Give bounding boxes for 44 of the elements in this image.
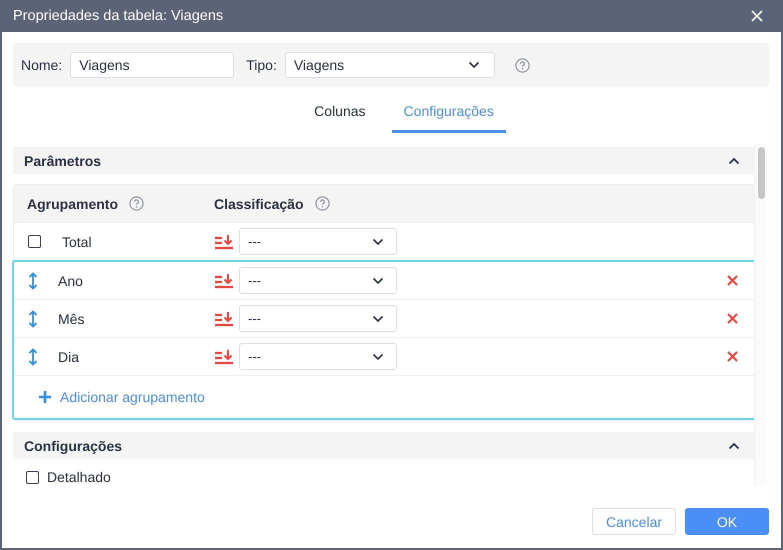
delete-icon[interactable] (727, 313, 738, 324)
drag-handle-icon[interactable] (28, 348, 38, 366)
drag-handle-icon[interactable] (28, 310, 38, 328)
delete-icon[interactable] (727, 351, 738, 362)
delete-icon[interactable] (727, 275, 738, 286)
total-label: Total (62, 234, 92, 250)
sort-icon[interactable] (214, 310, 234, 328)
group-label: Ano (58, 272, 83, 288)
sort-icon[interactable] (214, 272, 234, 290)
group-label: Mês (58, 310, 84, 326)
column-header: Agrupamento (27, 196, 118, 212)
chevron-up-icon[interactable] (728, 442, 740, 450)
help-icon[interactable] (129, 196, 144, 211)
sort-dropdown[interactable]: --- (239, 343, 397, 370)
checkbox[interactable] (28, 235, 41, 248)
name-field[interactable]: Viagens (70, 52, 234, 78)
group-label: Dia (58, 348, 80, 364)
checkbox-label: Detalhado (47, 469, 111, 485)
tab[interactable]: Colunas (302, 100, 378, 133)
close-icon[interactable] (750, 9, 764, 23)
help-icon[interactable] (314, 196, 330, 211)
sort-icon[interactable] (214, 232, 234, 250)
sort-dropdown[interactable]: --- (239, 267, 397, 294)
column-header: Classificação (214, 196, 304, 212)
help-icon[interactable] (514, 58, 530, 72)
chevron-down-icon (372, 352, 384, 360)
type-dropdown[interactable]: Viagens (284, 52, 495, 78)
checkbox[interactable] (26, 470, 39, 484)
plus-icon (38, 390, 52, 404)
section-header[interactable]: Parâmetros (13, 147, 757, 174)
scrollbar[interactable] (754, 144, 767, 485)
drag-handle-icon[interactable] (28, 272, 38, 290)
field-label: Nome: (21, 57, 62, 73)
sort-icon[interactable] (214, 348, 234, 366)
section-header[interactable]: Configurações (13, 432, 757, 459)
chevron-down-icon (372, 238, 384, 246)
chevron-down-icon (372, 276, 384, 284)
window-title: Propriedades da tabela: Viagens (13, 8, 224, 24)
field-label: Tipo: (246, 57, 277, 73)
chevron-up-icon[interactable] (728, 156, 740, 164)
sort-dropdown[interactable]: --- (239, 228, 397, 255)
sort-dropdown[interactable]: --- (239, 305, 397, 332)
chevron-down-icon (372, 314, 384, 322)
chevron-down-icon (468, 61, 480, 69)
